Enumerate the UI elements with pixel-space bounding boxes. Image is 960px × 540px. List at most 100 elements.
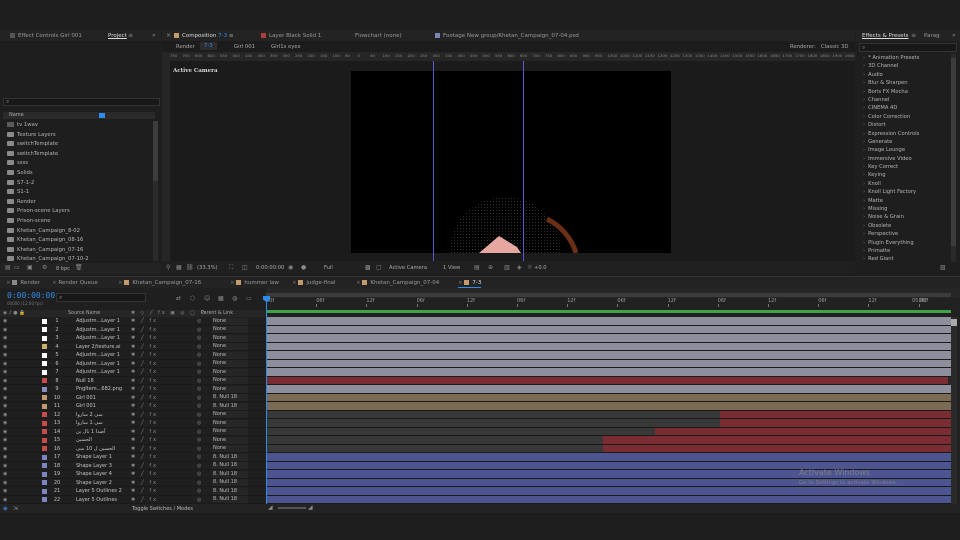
layer-switches[interactable]: ✱ ╱ fx	[131, 343, 158, 352]
layer-row[interactable]: ◉ 16 الحسین ل 10 سی ✱ ╱ fx ◎ None	[0, 445, 266, 454]
eye-icon[interactable]: ◉	[3, 436, 7, 445]
pick-whip-icon[interactable]: ◎	[197, 360, 201, 369]
camera-icon[interactable]: ◉	[288, 265, 293, 271]
draft3d-icon[interactable]: ⬡	[190, 296, 195, 302]
new-comp-icon[interactable]: ▣	[27, 265, 33, 271]
settings-icon[interactable]: ⚙	[42, 265, 47, 271]
effect-category[interactable]: Expression Controls	[859, 130, 949, 138]
project-item[interactable]: Khetan_Campaign_07-16	[3, 246, 153, 256]
parent-dropdown[interactable]: None	[212, 445, 248, 453]
effect-category[interactable]: Keying	[859, 171, 949, 179]
view-options-icon[interactable]: ▤	[474, 265, 480, 271]
layer-name[interactable]: Adjustm...Layer 1	[76, 334, 126, 343]
effect-category[interactable]: Plugin Everything	[859, 239, 949, 247]
layer-row[interactable]: ◉ 13 سی 1 ساروا ✱ ╱ fx ◎ None	[0, 419, 266, 428]
layer-row[interactable]: ◉ 8 Null 18 ✱ ╱ fx ◎ None	[0, 377, 266, 386]
parent-dropdown[interactable]: 8. Null 18	[212, 402, 248, 410]
crumb-girl-eyes[interactable]: Girl1s eyes	[271, 44, 300, 50]
viewer-timecode[interactable]: 0:00:00:00	[256, 265, 284, 271]
parent-dropdown[interactable]: None	[212, 351, 248, 359]
label-color-swatch[interactable]	[42, 454, 47, 460]
project-item[interactable]: switchTemplate	[3, 150, 153, 160]
pick-whip-icon[interactable]: ◎	[197, 326, 201, 335]
work-area-range[interactable]	[266, 310, 951, 313]
effect-category[interactable]: Perspective	[859, 230, 949, 238]
layer-switches[interactable]: ✱ ╱ fx	[131, 402, 158, 411]
layer-row[interactable]: ◉ 3 Adjustm...Layer 1 ✱ ╱ fx ◎ None	[0, 334, 266, 343]
resize-icon[interactable]: ▨	[940, 265, 946, 271]
frame-icon[interactable]: ⛶	[229, 265, 233, 271]
eye-icon[interactable]: ◉	[3, 368, 7, 377]
project-item[interactable]: S1-1	[3, 188, 153, 198]
layer-name[interactable]: الحسين	[76, 436, 126, 445]
pick-whip-icon[interactable]: ◎	[197, 334, 201, 343]
menu-icon[interactable]: ≡	[128, 33, 133, 39]
layer-bar[interactable]	[266, 368, 951, 377]
layer-switches[interactable]: ✱ ╱ fx	[131, 470, 158, 479]
layer-switches[interactable]: ✱ ╱ fx	[131, 487, 158, 496]
label-color-swatch[interactable]	[42, 327, 47, 332]
layer-bar[interactable]	[266, 351, 951, 360]
layer-name[interactable]: Adjustm...Layer 1	[76, 351, 126, 360]
layer-switches[interactable]: ✱ ╱ fx	[131, 428, 158, 437]
pick-whip-icon[interactable]: ◎	[197, 343, 201, 352]
parent-link-header[interactable]: Parent & Link	[201, 310, 233, 317]
layer-switches[interactable]: ✱ ╱ fx	[131, 436, 158, 445]
layer-name[interactable]: Shape Layer 3	[76, 462, 126, 471]
layer-bar[interactable]	[266, 325, 951, 334]
tab-layer[interactable]: Layer Black Solid 1	[261, 31, 321, 41]
effect-category[interactable]: Matte	[859, 197, 949, 205]
zoom-out-icon[interactable]: ◢	[268, 505, 273, 511]
resolution-dropdown[interactable]: Full	[324, 265, 333, 271]
layer-row[interactable]: ◉ 7 Adjustm...Layer 1 ✱ ╱ fx ◎ None	[0, 368, 266, 377]
graph-editor-icon[interactable]: ▭	[246, 296, 252, 302]
effect-category[interactable]: Distort	[859, 121, 949, 129]
effect-category[interactable]: Key Correct	[859, 163, 949, 171]
layer-row[interactable]: ◉ 21 Layer 5 Outlines 2 ✱ ╱ fx ◎ 8. Null 18	[0, 487, 266, 496]
layer-row[interactable]: ◉ 5 Adjustm...Layer 1 ✱ ╱ fx ◎ None	[0, 351, 266, 360]
effect-category[interactable]: * Animation Presets	[859, 54, 949, 62]
effect-category[interactable]: Knoll	[859, 180, 949, 188]
pick-whip-icon[interactable]: ◎	[197, 487, 201, 496]
layer-name[interactable]: Shape Layer 4	[76, 470, 126, 479]
eye-icon[interactable]: ◉	[3, 470, 7, 479]
label-color-swatch[interactable]	[42, 378, 47, 383]
label-color-swatch[interactable]	[42, 412, 47, 417]
eye-icon[interactable]: ◉	[3, 496, 7, 505]
layer-switches[interactable]: ✱ ╱ fx	[131, 479, 158, 488]
project-item[interactable]: switchTemplate	[3, 140, 153, 150]
eye-icon[interactable]: ◉	[3, 360, 7, 369]
layer-row[interactable]: ◉ 18 Shape Layer 3 ✱ ╱ fx ◎ 8. Null 18	[0, 462, 266, 471]
effect-category[interactable]: CINEMA 4D	[859, 104, 949, 112]
layer-name[interactable]: Layer 5 Outlines 2	[76, 487, 126, 496]
pick-whip-icon[interactable]: ◎	[197, 428, 201, 437]
layer-name[interactable]: PngItem...682.png	[76, 385, 126, 394]
grid-icon[interactable]: ▦	[176, 265, 182, 271]
eye-icon[interactable]: ◉	[3, 394, 7, 403]
trash-icon[interactable]: 🗑	[75, 265, 83, 271]
zoom-dropdown[interactable]: (33.3%)	[197, 265, 218, 271]
effect-category[interactable]: Channel	[859, 96, 949, 104]
layer-row[interactable]: ◉ 6 Adjustm...Layer 1 ✱ ╱ fx ◎ None	[0, 360, 266, 369]
label-color-swatch[interactable]	[42, 446, 47, 451]
project-item[interactable]: Khetan_Campaign_07-10-2	[3, 255, 153, 263]
project-item[interactable]: Solids	[3, 169, 153, 179]
layer-name[interactable]: الحسین ل 10 سی	[76, 445, 126, 454]
menu-icon[interactable]: ≡	[911, 33, 916, 39]
layer-name[interactable]: Adjustm...Layer 1	[76, 360, 126, 369]
timeline-scrollbar[interactable]	[951, 317, 957, 504]
layer-bar[interactable]	[266, 427, 656, 436]
eye-icon[interactable]: ◉	[3, 453, 7, 462]
parent-dropdown[interactable]: 8. Null 18	[212, 453, 248, 461]
exposure-icon[interactable]: ☼	[527, 265, 532, 271]
tab-effect-controls[interactable]: Effect Controls Girl 001	[10, 31, 82, 41]
shy-icon[interactable]: ☺	[204, 296, 210, 302]
parent-dropdown[interactable]: 8. Null 18	[212, 470, 248, 478]
timeline-tab[interactable]: × Render	[6, 278, 40, 288]
layer-bar[interactable]	[603, 436, 951, 445]
layer-switches[interactable]: ✱ ╱ fx	[131, 334, 158, 343]
pick-whip-icon[interactable]: ◎	[197, 377, 201, 386]
layer-row[interactable]: ◉ 15 الحسين ✱ ╱ fx ◎ None	[0, 436, 266, 445]
expand-icon[interactable]: »	[152, 33, 156, 39]
composition-frame[interactable]	[351, 71, 671, 253]
